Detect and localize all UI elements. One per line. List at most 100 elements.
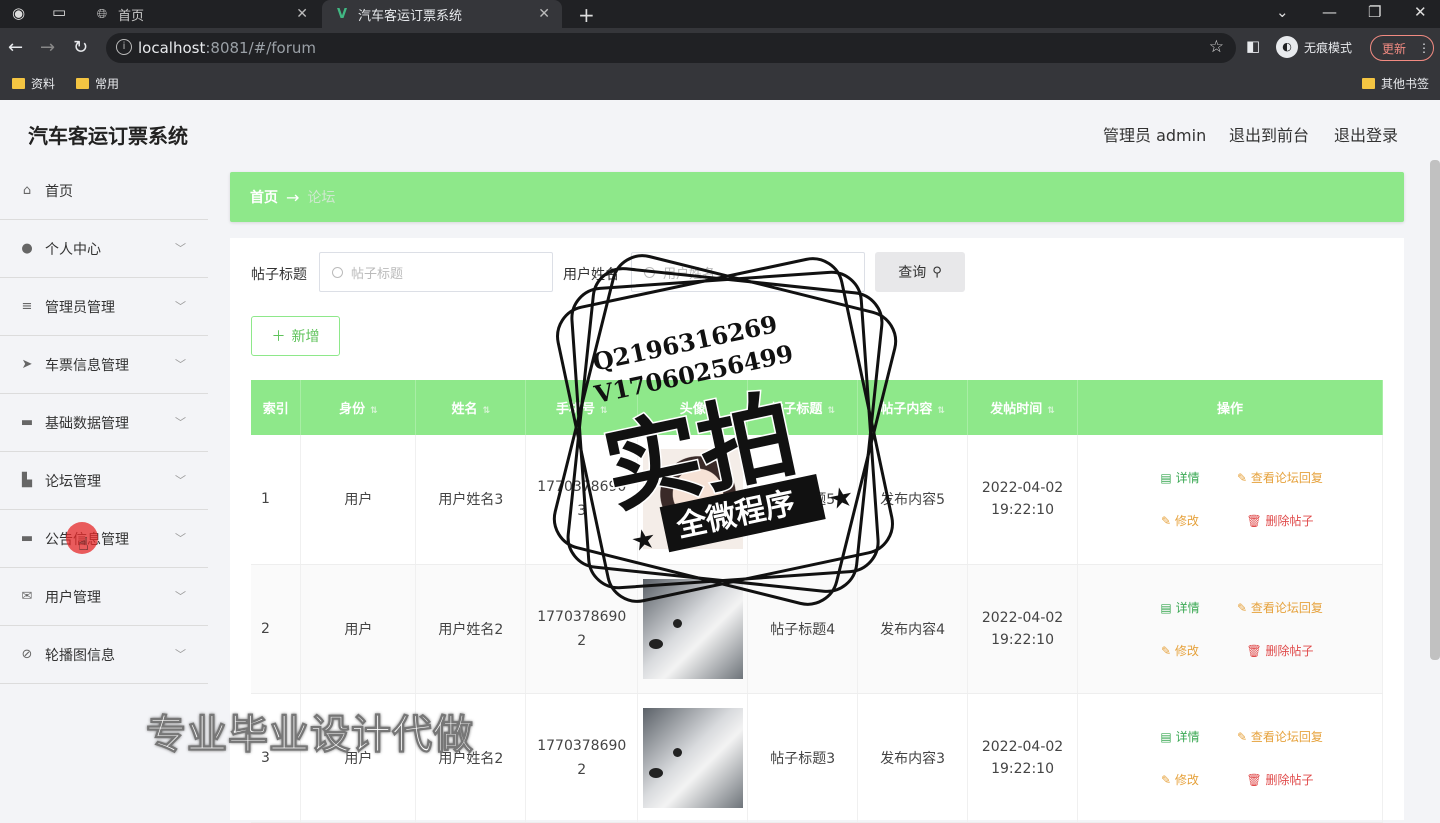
- title-search-input[interactable]: 帖子标题: [319, 252, 553, 292]
- reload-icon[interactable]: ↻: [73, 37, 88, 58]
- delete-button[interactable]: 🗑︎ 删除帖子: [1230, 642, 1330, 659]
- new-tab-icon[interactable]: +: [578, 3, 595, 27]
- sidebar-item-carousel[interactable]: ⊘ 轮播图信息 ﹀: [0, 626, 208, 684]
- sidebar-item-label: 基础数据管理: [45, 415, 129, 432]
- update-label: 更新: [1382, 41, 1407, 56]
- column-header[interactable]: 发帖时间 ⇅: [967, 380, 1079, 435]
- sort-icon[interactable]: ⇅: [370, 406, 378, 416]
- chevron-down-icon: ﹀: [175, 474, 186, 487]
- edit-button[interactable]: ✎ 修改: [1130, 512, 1230, 529]
- sidebar-item-label: 轮播图信息: [45, 647, 115, 664]
- edit-button[interactable]: ✎ 修改: [1130, 771, 1230, 788]
- forward-icon[interactable]: →: [40, 37, 55, 58]
- delete-button[interactable]: 🗑︎ 删除帖子: [1230, 512, 1330, 529]
- app-title: 汽车客运订票系统: [28, 124, 188, 148]
- avatar-image[interactable]: [642, 707, 743, 808]
- view-replies-button[interactable]: ✎ 查看论坛回复: [1230, 728, 1330, 745]
- arrow-right-icon: →: [286, 187, 300, 207]
- sort-icon[interactable]: ⇅: [937, 406, 945, 416]
- view-replies-button[interactable]: ✎ 查看论坛回复: [1230, 469, 1330, 486]
- chevron-down-icon: ﹀: [175, 648, 186, 661]
- sidepanel-icon[interactable]: ◧: [1246, 37, 1260, 55]
- chrome-logo-icon[interactable]: ◉: [12, 4, 25, 22]
- sidebar-item-admins[interactable]: ≡ 管理员管理 ﹀: [0, 278, 208, 336]
- monitor-icon: ▬: [20, 531, 34, 546]
- back-icon[interactable]: ←: [8, 37, 23, 58]
- forum-icon: ▙: [22, 473, 32, 488]
- sidebar-item-users[interactable]: ✉ 用户管理 ﹀: [0, 568, 208, 626]
- admin-user-link[interactable]: 管理员 admin: [1103, 122, 1206, 146]
- cell-content: 发布内容3: [857, 693, 969, 823]
- view-replies-button[interactable]: ✎ 查看论坛回复: [1230, 599, 1330, 616]
- column-header: 索引: [251, 380, 302, 435]
- detail-button[interactable]: ▤ 详情: [1130, 599, 1230, 616]
- search-icon: ⚲: [932, 264, 942, 280]
- delete-button[interactable]: 🗑︎ 删除帖子: [1230, 771, 1330, 788]
- detail-button[interactable]: ▤ 详情: [1130, 728, 1230, 745]
- plus-icon: ＋: [271, 329, 286, 345]
- breadcrumb-current: 论坛: [307, 190, 336, 206]
- title-filter-label: 帖子标题: [251, 267, 307, 283]
- update-button[interactable]: 更新 ⋮: [1370, 35, 1434, 61]
- incognito-indicator[interactable]: ◐ 无痕模式: [1276, 36, 1352, 58]
- bookmark-star-icon[interactable]: ☆: [1209, 37, 1224, 57]
- column-header[interactable]: 姓名 ⇅: [415, 380, 527, 435]
- close-tab-icon[interactable]: ✕: [296, 6, 308, 22]
- logout-link[interactable]: 退出登录: [1334, 122, 1398, 146]
- app-header: 汽车客运订票系统 管理员 admin 退出到前台 退出登录: [0, 100, 1440, 162]
- edit-button[interactable]: ✎ 修改: [1130, 642, 1230, 659]
- bookmark-folder[interactable]: 常用: [76, 75, 119, 92]
- url-host: localhost: [138, 39, 206, 57]
- info-icon[interactable]: i: [116, 39, 132, 55]
- folder-icon: [12, 78, 25, 89]
- replies-label: 查看论坛回复: [1250, 600, 1323, 615]
- maximize-icon[interactable]: ❐: [1368, 3, 1381, 21]
- sidebar-item-basic-data[interactable]: ▬ 基础数据管理 ﹀: [0, 394, 208, 452]
- address-bar[interactable]: i localhost:8081/#/forum ☆: [106, 33, 1236, 63]
- breadcrumb-home[interactable]: 首页: [250, 187, 278, 207]
- watermark-stamp: Q2196316269 V17060256499 实拍 全微程序 ★ ★: [552, 254, 898, 606]
- folder-icon: [76, 78, 89, 89]
- sidebar-item-tickets[interactable]: ➤ 车票信息管理 ﹀: [0, 336, 208, 394]
- minimize-icon[interactable]: —: [1322, 3, 1337, 21]
- page-scrollbar[interactable]: [1430, 160, 1440, 660]
- bookmark-folder[interactable]: 资料: [12, 75, 55, 92]
- window-icon[interactable]: ▭: [52, 3, 66, 21]
- add-button[interactable]: ＋ 新增: [251, 316, 340, 356]
- close-window-icon[interactable]: ✕: [1414, 3, 1427, 21]
- incognito-label: 无痕模式: [1304, 40, 1353, 55]
- bookmark-label: 其他书签: [1381, 77, 1430, 91]
- globe-icon: 🌐︎: [96, 6, 108, 22]
- chevron-down-icon: ﹀: [175, 358, 186, 371]
- sidebar-item-forum[interactable]: ▙ 论坛管理 ﹀: [0, 452, 208, 510]
- column-header[interactable]: 身份 ⇅: [300, 380, 417, 435]
- sidebar-item-label: 首页: [45, 183, 73, 200]
- tab-label: 汽车客运订票系统: [358, 8, 463, 24]
- chevron-down-icon: ﹀: [175, 300, 186, 313]
- close-tab-icon[interactable]: ✕: [538, 6, 550, 22]
- tab-app[interactable]: V 汽车客运订票系统 ✕: [322, 0, 562, 28]
- sort-icon[interactable]: ⇅: [483, 406, 491, 416]
- detail-button[interactable]: ▤ 详情: [1130, 469, 1230, 486]
- sidebar-item-profile[interactable]: ● 个人中心 ﹀: [0, 220, 208, 278]
- detail-label: 详情: [1175, 471, 1200, 486]
- exit-to-frontend-link[interactable]: 退出到前台: [1229, 122, 1309, 146]
- sidebar-item-home[interactable]: ⌂ 首页: [0, 162, 208, 220]
- sidebar-item-label: 用户管理: [45, 589, 101, 606]
- other-bookmarks[interactable]: 其他书签: [1362, 75, 1429, 92]
- sort-icon[interactable]: ⇅: [1047, 406, 1055, 416]
- time-date: 2022-04-02: [981, 738, 1064, 755]
- header-label: 索引: [262, 402, 289, 417]
- send-icon: ➤: [21, 357, 33, 372]
- sidebar-item-label: 个人中心: [45, 241, 101, 258]
- sidebar-item-notices[interactable]: ▬公告信息管理﹀: [0, 510, 208, 568]
- mail-icon: ✉: [21, 589, 33, 604]
- tab-search-icon[interactable]: ⌄: [1276, 3, 1289, 21]
- tab-home[interactable]: 🌐︎ 首页 ✕: [84, 0, 320, 28]
- cell-index: 2: [251, 564, 302, 694]
- column-header: 操作: [1077, 380, 1383, 435]
- time-date: 2022-04-02: [981, 609, 1064, 626]
- chevron-down-icon: ﹀: [175, 242, 186, 255]
- cell-time: 2022-04-02 19:22:10: [967, 693, 1079, 823]
- monitor-icon: ▬: [20, 415, 34, 430]
